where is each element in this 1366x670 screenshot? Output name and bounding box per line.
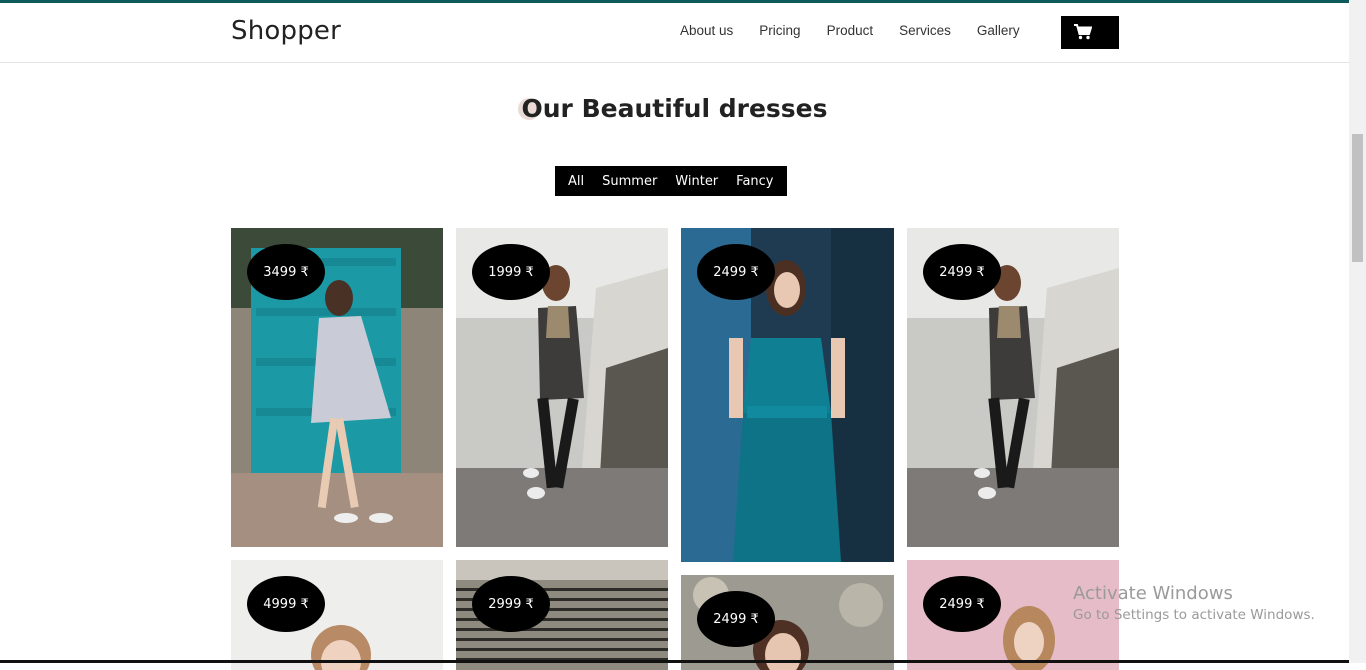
price-badge: 2499 ₹ bbox=[923, 244, 1001, 300]
price-badge: 1999 ₹ bbox=[472, 244, 550, 300]
price-badge: 2499 ₹ bbox=[697, 591, 775, 647]
nav-link-about[interactable]: About us bbox=[680, 23, 733, 38]
nav-link-product[interactable]: Product bbox=[827, 23, 874, 38]
section-title-container: Our Beautiful dresses bbox=[0, 94, 1349, 123]
filter-fancy-button[interactable]: Fancy bbox=[727, 174, 782, 189]
shopping-cart-icon bbox=[1074, 24, 1092, 40]
filter-summer-button[interactable]: Summer bbox=[593, 174, 666, 189]
filter-bar: All Summer Winter Fancy bbox=[555, 166, 787, 196]
product-card[interactable]: 2499 ₹ bbox=[907, 228, 1119, 547]
product-card[interactable]: 3499 ₹ bbox=[231, 228, 443, 547]
scrollbar-thumb[interactable] bbox=[1352, 134, 1363, 262]
price-badge: 4999 ₹ bbox=[247, 576, 325, 632]
price-badge: 2499 ₹ bbox=[923, 576, 1001, 632]
product-card[interactable]: 2999 ₹ bbox=[456, 560, 668, 670]
section-title: Our Beautiful dresses bbox=[521, 94, 828, 123]
nav-link-pricing[interactable]: Pricing bbox=[759, 23, 800, 38]
filter-all-button[interactable]: All bbox=[559, 174, 593, 189]
cart-button[interactable] bbox=[1061, 16, 1119, 49]
price-badge: 3499 ₹ bbox=[247, 244, 325, 300]
nav-link-services[interactable]: Services bbox=[899, 23, 951, 38]
price-badge: 2499 ₹ bbox=[697, 244, 775, 300]
nav-link-gallery[interactable]: Gallery bbox=[977, 23, 1020, 38]
watermark-title: Activate Windows bbox=[1073, 583, 1233, 604]
brand-logo[interactable]: Shopper bbox=[231, 16, 341, 46]
filter-winter-button[interactable]: Winter bbox=[666, 174, 727, 189]
product-card[interactable]: 2499 ₹ bbox=[681, 575, 894, 670]
product-card[interactable]: 1999 ₹ bbox=[456, 228, 668, 547]
product-card[interactable]: 4999 ₹ bbox=[231, 560, 443, 670]
watermark-subtitle: Go to Settings to activate Windows. bbox=[1073, 607, 1315, 623]
product-card[interactable]: 2499 ₹ bbox=[681, 228, 894, 562]
nav-links: About us Pricing Product Services Galler… bbox=[680, 23, 1046, 38]
navbar: Shopper About us Pricing Product Service… bbox=[0, 3, 1349, 63]
vertical-scrollbar[interactable] bbox=[1349, 0, 1366, 663]
windows-activation-watermark: Activate Windows Go to Settings to activ… bbox=[1073, 583, 1315, 623]
price-badge: 2999 ₹ bbox=[472, 576, 550, 632]
